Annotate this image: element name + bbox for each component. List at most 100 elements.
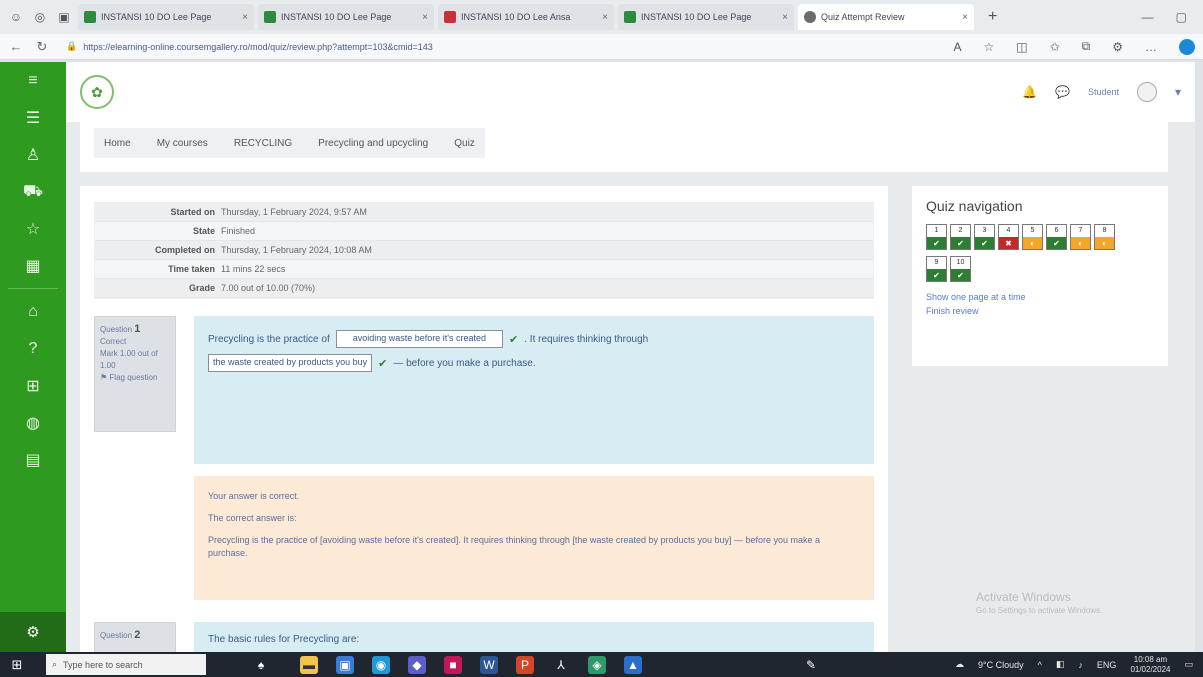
notifications-icon[interactable]: 🔔 [1022, 85, 1037, 99]
quiz-nav-button[interactable]: 2 ✔ [950, 224, 971, 250]
weather-icon[interactable]: ☁ [955, 659, 964, 670]
tab-close-icon[interactable]: × [422, 12, 428, 23]
partial-status-icon: ◐ [1071, 237, 1090, 249]
quiz-nav-button[interactable]: 8 ◐ [1094, 224, 1115, 250]
notification-center-icon[interactable]: ▭ [1184, 659, 1193, 670]
calendar-icon[interactable]: ▦ [0, 247, 66, 284]
answer-blank-2[interactable]: the waste created by products you buy [208, 354, 373, 372]
globe-icon[interactable]: ◍ [0, 404, 66, 441]
activate-windows-watermark: Activate Windows Go to Settings to activ… [976, 590, 1102, 618]
word-icon[interactable]: W [480, 655, 498, 674]
more-icon[interactable]: … [1145, 40, 1157, 54]
user-icon[interactable]: ♙ [0, 136, 66, 173]
weather-text[interactable]: 9°C Cloudy [978, 660, 1024, 670]
settings-icon[interactable]: ⚙ [0, 612, 66, 652]
clock[interactable]: 10:08 am 01/02/2024 [1130, 655, 1170, 675]
browser-tab[interactable]: INSTANSI 10 DO Lee Ansa × [438, 4, 614, 30]
question-text: Precycling is the practice of [208, 333, 330, 345]
feedback-correct: Your answer is correct. [208, 491, 300, 501]
summary-row: Time taken 11 mins 22 secs [95, 260, 873, 279]
file-explorer-icon[interactable]: ▣ [336, 655, 354, 674]
user-name[interactable]: Student [1088, 87, 1119, 97]
search-icon: ⌕ [52, 659, 58, 669]
avatar[interactable] [1136, 82, 1157, 102]
show-one-page-link[interactable]: Show one page at a time [926, 292, 1154, 302]
quiz-navigation-block: Quiz navigation 1 ✔ 2 ✔ 3 ✔ 4 ✖ 5 ◐ 6 ✔ 7 ◐ 8 ◐ 9 ✔ 10 ✔ Sh… [912, 186, 1168, 366]
tab-actions-icon[interactable]: ▣ [54, 7, 74, 27]
volume-icon[interactable]: ♪ [1078, 660, 1083, 670]
menu-icon[interactable]: ≡ [0, 62, 66, 99]
help-icon[interactable]: ? [0, 330, 66, 367]
url-field[interactable]: 🔒 https://elearning-online.coursemgaller… [60, 37, 840, 57]
photos-icon[interactable]: ▲ [624, 655, 642, 674]
browser-tab[interactable]: INSTANSI 10 DO Lee Page × [78, 4, 254, 30]
split-screen-icon[interactable]: ◫ [1016, 40, 1027, 54]
breadcrumb-quiz[interactable]: Quiz [454, 138, 475, 149]
home-icon[interactable]: ⌂ [0, 293, 66, 330]
workspaces-icon[interactable]: ◎ [30, 7, 50, 27]
breadcrumb-course[interactable]: RECYCLING [234, 138, 292, 149]
flag-question-link[interactable]: ⚑ Flag question [100, 372, 170, 384]
list-icon[interactable]: ☰ [0, 99, 66, 136]
teams-icon[interactable]: ◆ [408, 655, 426, 674]
cortana-icon[interactable]: ♠ [252, 656, 270, 674]
minimize-icon[interactable]: — [1142, 10, 1154, 24]
finish-review-link[interactable]: Finish review [926, 306, 1154, 316]
taskbar-search[interactable]: ⌕ Type here to search [46, 654, 206, 675]
answer-blank-1[interactable]: avoiding waste before it's created [335, 330, 504, 348]
pen-icon[interactable]: ✎ [802, 656, 820, 674]
network-icon[interactable]: ◧ [1056, 659, 1065, 670]
browser-tab[interactable]: INSTANSI 10 DO Lee Page × [618, 4, 794, 30]
tray-chevron-icon[interactable]: ^ [1038, 660, 1042, 670]
tab-close-icon[interactable]: × [242, 12, 248, 23]
tab-close-icon[interactable]: × [962, 12, 968, 23]
quiz-nav-button[interactable]: 5 ◐ [1022, 224, 1043, 250]
quiz-nav-button[interactable]: 7 ◐ [1070, 224, 1091, 250]
quiz-nav-button[interactable]: 4 ✖ [998, 224, 1019, 250]
quiz-nav-button[interactable]: 9 ✔ [926, 256, 947, 282]
quiz-nav-button[interactable]: 10 ✔ [950, 256, 971, 282]
quiz-nav-button[interactable]: 6 ✔ [1046, 224, 1067, 250]
extensions-icon[interactable]: ⚙ [1112, 40, 1123, 54]
car-icon[interactable]: ⛟ [0, 173, 66, 210]
browser-tab[interactable]: Quiz Attempt Review × [798, 4, 974, 30]
quiz-nav-button[interactable]: 1 ✔ [926, 224, 947, 250]
star-icon[interactable]: ☆ [0, 210, 66, 247]
breadcrumb-home[interactable]: Home [104, 138, 131, 149]
favorite-icon[interactable]: ☆ [983, 40, 994, 54]
page-content: ✿ 🔔 💬 Student ▾ Home My courses RECYCLIN… [66, 62, 1195, 652]
messages-icon[interactable]: 💬 [1055, 85, 1070, 99]
acrobat-icon[interactable]: ⅄ [552, 656, 570, 674]
copilot-icon[interactable] [1179, 38, 1195, 55]
tab-close-icon[interactable]: × [782, 12, 788, 23]
powerpoint-icon[interactable]: P [516, 655, 534, 674]
tab-close-icon[interactable]: × [602, 12, 608, 23]
grid-icon[interactable]: ⊞ [0, 367, 66, 404]
browser-tab[interactable]: INSTANSI 10 DO Lee Page × [258, 4, 434, 30]
edge-icon[interactable]: ◉ [372, 655, 390, 674]
summary-value: Thursday, 1 February 2024, 9:57 AM [221, 207, 367, 217]
tab-label: Quiz Attempt Review [821, 12, 905, 22]
read-aloud-icon[interactable]: A [953, 40, 961, 54]
start-icon[interactable]: ⊞ [8, 656, 26, 674]
new-tab-button[interactable]: + [978, 8, 1007, 26]
user-menu-chevron-icon[interactable]: ▾ [1175, 85, 1181, 99]
quiz-nav-number: 2 [958, 227, 963, 234]
breadcrumb-my-courses[interactable]: My courses [157, 138, 208, 149]
app-icon[interactable]: ■ [444, 655, 462, 674]
maximize-icon[interactable]: ▢ [1176, 10, 1187, 24]
collections-icon[interactable]: ⧉ [1082, 39, 1091, 54]
attempt-summary-table: Started on Thursday, 1 February 2024, 9:… [94, 202, 874, 299]
quiz-nav-button[interactable]: 3 ✔ [974, 224, 995, 250]
store-icon[interactable]: ◈ [588, 655, 606, 674]
question-status: Correct [100, 337, 127, 346]
breadcrumb-section[interactable]: Precycling and upcycling [318, 138, 428, 149]
site-logo[interactable]: ✿ [80, 75, 114, 109]
task-view-icon[interactable]: ▬ [300, 655, 318, 674]
profile-icon[interactable]: ☺ [6, 7, 26, 27]
book-icon[interactable]: ▤ [0, 441, 66, 478]
language-indicator[interactable]: ENG [1097, 660, 1117, 670]
back-icon[interactable]: ← [8, 39, 24, 54]
favorites-icon[interactable]: ✩ [1050, 40, 1060, 54]
refresh-icon[interactable]: ↻ [34, 39, 50, 55]
